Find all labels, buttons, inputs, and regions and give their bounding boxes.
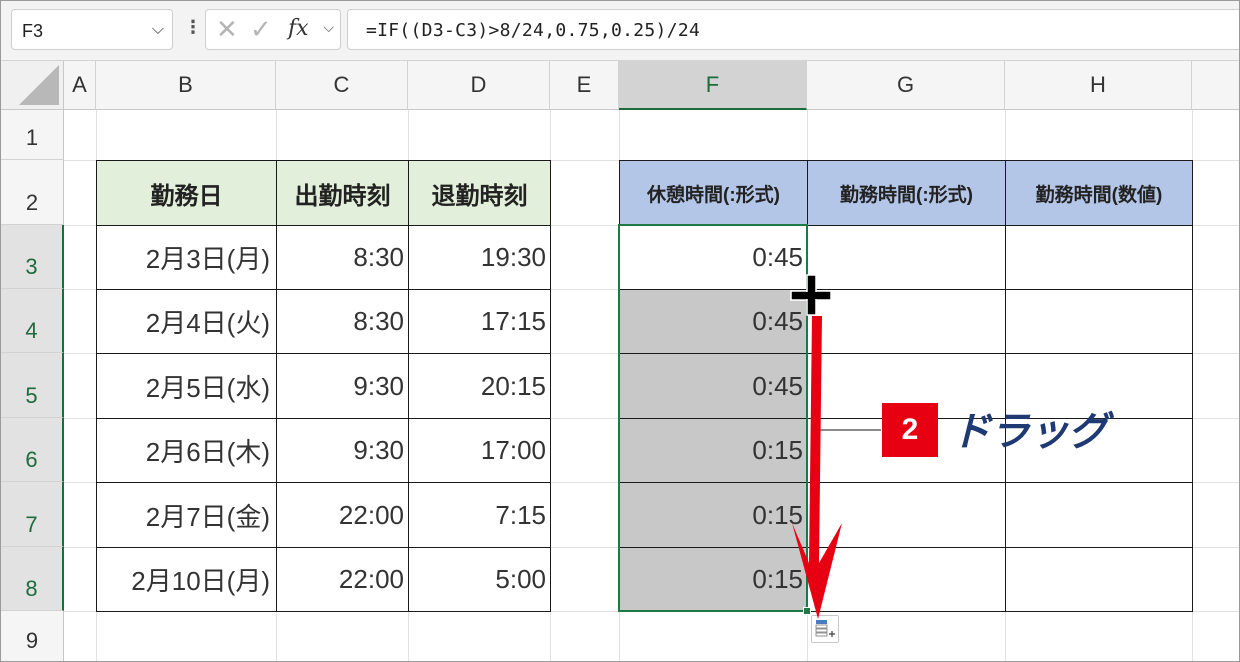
row-header-2[interactable]: 2 bbox=[1, 160, 64, 225]
column-header-f[interactable]: F bbox=[619, 61, 807, 110]
header-cell-work-time-format[interactable]: 勤務時間(:形式) bbox=[807, 160, 1006, 226]
row-header-5[interactable]: 5 bbox=[1, 353, 64, 418]
cell-c3[interactable]: 8:30 bbox=[276, 225, 409, 290]
cell-h3[interactable] bbox=[1005, 225, 1193, 290]
column-header-g[interactable]: G bbox=[807, 61, 1005, 110]
fill-handle[interactable] bbox=[803, 607, 811, 615]
more-options-icon[interactable]: ⋮ bbox=[184, 17, 202, 38]
auto-fill-options-icon bbox=[815, 620, 835, 637]
row-header-8[interactable]: 8 bbox=[1, 547, 64, 611]
column-header-c[interactable]: C bbox=[276, 61, 408, 110]
column-header-e[interactable]: E bbox=[550, 61, 619, 110]
cell-c5[interactable]: 9:30 bbox=[276, 353, 409, 419]
cell-g3[interactable] bbox=[807, 225, 1006, 290]
name-box[interactable]: F3 ⌵ bbox=[11, 9, 173, 50]
cell-d6[interactable]: 17:00 bbox=[408, 418, 551, 483]
header-cell-end-time[interactable]: 退勤時刻 bbox=[408, 160, 551, 226]
drag-label: ドラッグ bbox=[951, 409, 1108, 455]
cell-b6[interactable]: 2月6日(木) bbox=[96, 418, 277, 483]
cell-h8[interactable] bbox=[1005, 547, 1193, 612]
row-header-3[interactable]: 3 bbox=[1, 225, 64, 289]
expand-chevron-icon[interactable]: ⌵ bbox=[323, 20, 334, 36]
cell-b7[interactable]: 2月7日(金) bbox=[96, 482, 277, 548]
formula-text: =IF((D3-C3)>8/24,0.75,0.25)/24 bbox=[366, 20, 701, 41]
column-header-h[interactable]: H bbox=[1005, 61, 1192, 110]
column-header-a[interactable]: A bbox=[64, 61, 96, 110]
row-header-6[interactable]: 6 bbox=[1, 418, 64, 482]
column-header-d[interactable]: D bbox=[408, 61, 550, 110]
selection-range bbox=[618, 224, 808, 612]
row-header-7[interactable]: 7 bbox=[1, 482, 64, 547]
cell-d7[interactable]: 7:15 bbox=[408, 482, 551, 548]
cell-h7[interactable] bbox=[1005, 482, 1193, 548]
chevron-down-icon[interactable]: ⌵ bbox=[152, 19, 164, 39]
row-header-9[interactable]: 9 bbox=[1, 611, 64, 661]
formula-input[interactable]: =IF((D3-C3)>8/24,0.75,0.25)/24 bbox=[347, 9, 1239, 50]
header-cell-workday[interactable]: 勤務日 bbox=[96, 160, 277, 226]
cell-d5[interactable]: 20:15 bbox=[408, 353, 551, 419]
formula-bar: F3 ⌵ ⋮ ✕ ✓ fx ⌵ =IF((D3-C3)>8/24,0.75,0.… bbox=[1, 1, 1239, 61]
cell-c4[interactable]: 8:30 bbox=[276, 289, 409, 354]
row-header-4[interactable]: 4 bbox=[1, 289, 64, 353]
cell-g4[interactable] bbox=[807, 289, 1006, 354]
cell-g7[interactable] bbox=[807, 482, 1006, 548]
cell-b4[interactable]: 2月4日(火) bbox=[96, 289, 277, 354]
row-header-1[interactable]: 1 bbox=[1, 110, 64, 160]
cell-c6[interactable]: 9:30 bbox=[276, 418, 409, 483]
header-cell-work-time-number[interactable]: 勤務時間(数値) bbox=[1005, 160, 1193, 226]
enter-icon[interactable]: ✓ bbox=[250, 15, 272, 45]
auto-fill-options-button[interactable] bbox=[811, 615, 839, 643]
cell-h4[interactable] bbox=[1005, 289, 1193, 354]
cell-g8[interactable] bbox=[807, 547, 1006, 612]
cell-c7[interactable]: 22:00 bbox=[276, 482, 409, 548]
excel-window: F3 ⌵ ⋮ ✕ ✓ fx ⌵ =IF((D3-C3)>8/24,0.75,0.… bbox=[0, 0, 1240, 662]
insert-function-icon[interactable]: fx bbox=[288, 16, 309, 41]
header-cell-break-time[interactable]: 休憩時間(:形式) bbox=[619, 160, 808, 226]
formula-buttons: ✕ ✓ fx ⌵ bbox=[205, 9, 341, 50]
cancel-icon[interactable]: ✕ bbox=[216, 15, 238, 45]
select-all-button[interactable] bbox=[1, 61, 64, 110]
cell-d8[interactable]: 5:00 bbox=[408, 547, 551, 612]
name-box-value: F3 bbox=[22, 21, 44, 41]
cell-b3[interactable]: 2月3日(月) bbox=[96, 225, 277, 290]
cell-c8[interactable]: 22:00 bbox=[276, 547, 409, 612]
cell-d3[interactable]: 19:30 bbox=[408, 225, 551, 290]
header-cell-start-time[interactable]: 出勤時刻 bbox=[276, 160, 409, 226]
cell-b5[interactable]: 2月5日(水) bbox=[96, 353, 277, 419]
cell-b8[interactable]: 2月10日(月) bbox=[96, 547, 277, 612]
step-number-badge: 2 bbox=[882, 403, 938, 457]
column-header-blank[interactable] bbox=[1192, 61, 1239, 110]
cell-d4[interactable]: 17:15 bbox=[408, 289, 551, 354]
column-header-b[interactable]: B bbox=[96, 61, 276, 110]
